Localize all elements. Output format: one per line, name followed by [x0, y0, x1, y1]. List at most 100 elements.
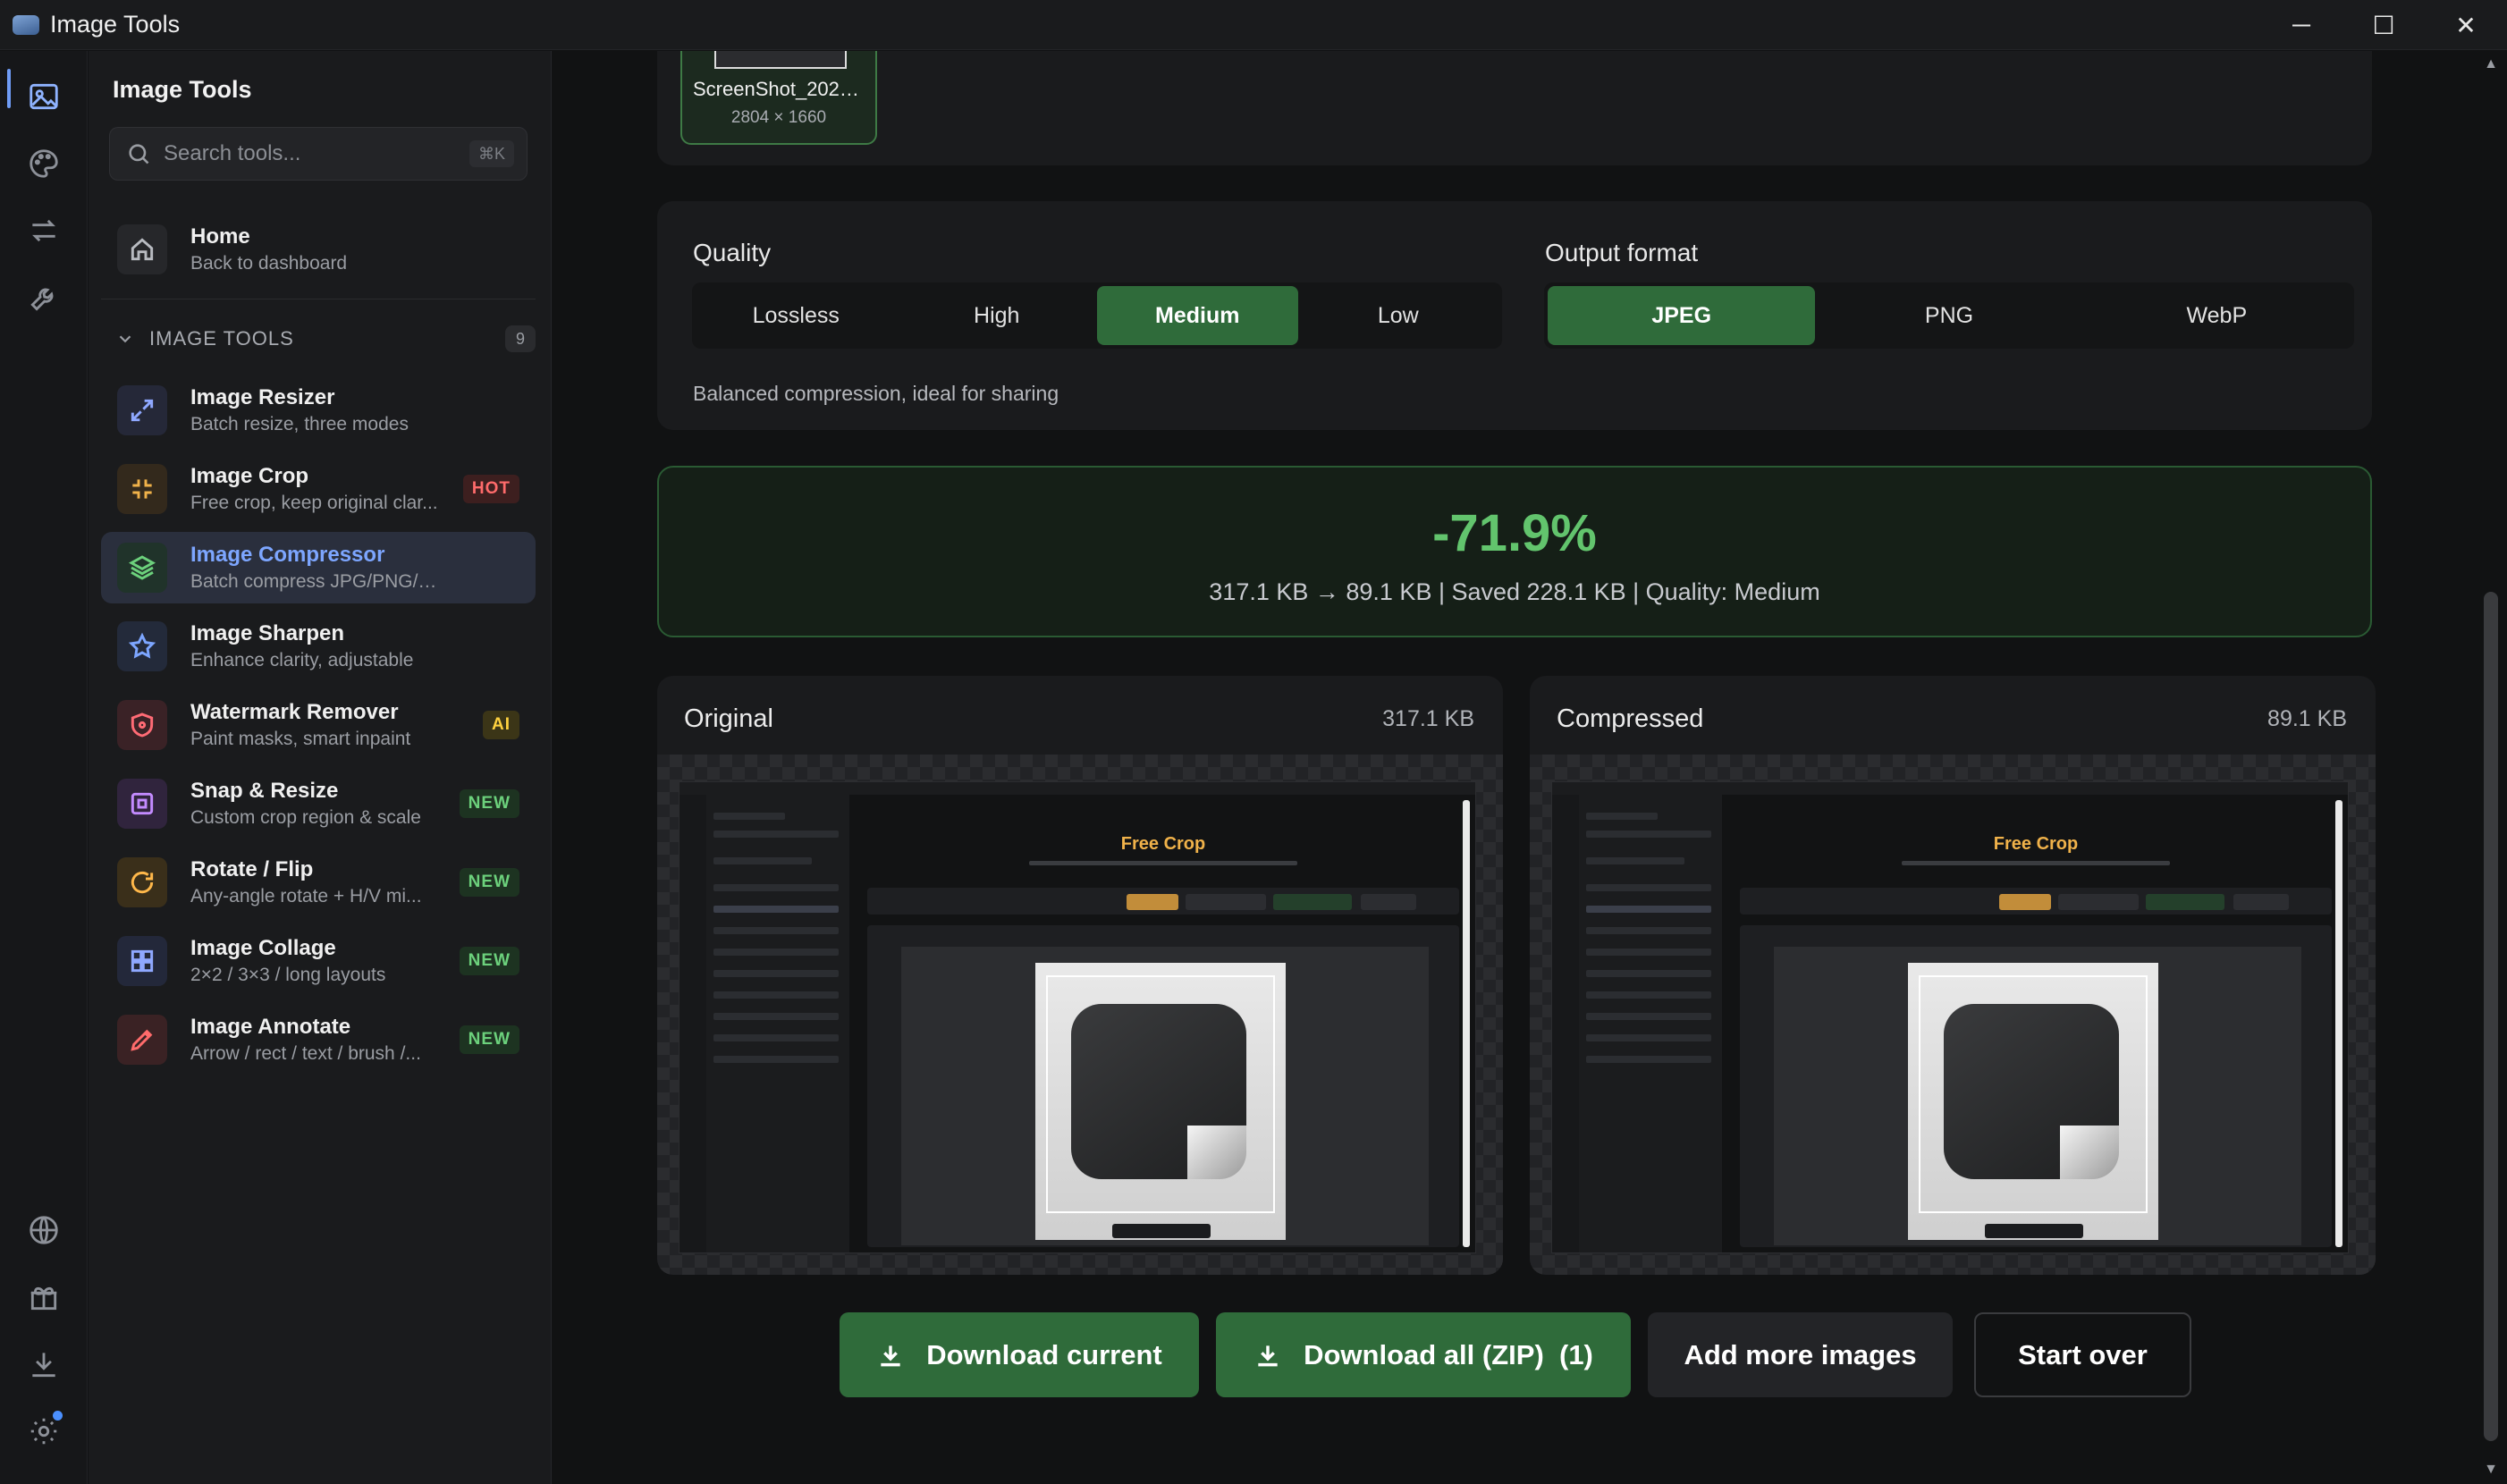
sidebar-item-image-crop[interactable]: Image Crop Free crop, keep original clar… [101, 453, 536, 525]
format-jpeg[interactable]: JPEG [1548, 286, 1816, 345]
scroll-down-icon[interactable]: ▼ [2480, 1462, 2502, 1480]
sidebar-item-image-resizer[interactable]: Image Resizer Batch resize, three modes [101, 375, 536, 446]
section-header-image-tools[interactable]: IMAGE TOOLS 9 [115, 321, 536, 357]
thumbnail-dims: 2804 × 1660 [730, 108, 827, 127]
chevron-down-icon [119, 335, 131, 343]
rail-settings-icon[interactable] [18, 1405, 70, 1457]
sidebar-item-home[interactable]: Home Back to dashboard [101, 214, 536, 285]
scroll-up-icon[interactable]: ▲ [2480, 56, 2502, 74]
sidebar-item-desc: Free crop, keep original clar... [190, 493, 438, 513]
sidebar-item-watermark-remover[interactable]: Watermark Remover Paint masks, smart inp… [101, 689, 536, 761]
quality-hint: Balanced compression, ideal for sharing [693, 382, 1059, 405]
rail-palette-icon[interactable] [18, 138, 70, 190]
new-badge: NEW [459, 1025, 519, 1054]
sidebar-item-label: Watermark Remover [190, 700, 399, 724]
rail-gift-icon[interactable] [18, 1271, 70, 1323]
sidebar-item-image-sharpen[interactable]: Image Sharpen Enhance clarity, adjustabl… [101, 611, 536, 682]
scroll-thumb[interactable] [2484, 592, 2498, 1441]
rail-wrench-icon[interactable] [18, 272, 70, 324]
resize-icon [117, 385, 167, 435]
download-all-zip-button[interactable]: Download all (ZIP) (1) [1216, 1312, 1631, 1397]
add-more-images-button[interactable]: Add more images [1648, 1312, 1953, 1397]
rail-convert-icon[interactable] [18, 205, 70, 257]
reduction-percent: -71.9% [1432, 504, 1597, 562]
quality-low[interactable]: Low [1298, 286, 1499, 345]
sidebar-item-rotate-flip[interactable]: Rotate / Flip Any-angle rotate + H/V mi.… [101, 847, 536, 918]
sidebar-item-desc: 2×2 / 3×3 / long layouts [190, 965, 386, 985]
sidebar-item-desc: Custom crop region & scale [190, 807, 421, 828]
download-current-button[interactable]: Download current [840, 1312, 1199, 1397]
format-label: Output format [1545, 239, 1699, 266]
sidebar-item-label: Image Crop [190, 464, 309, 488]
thumbnail-filename: ScreenShot_2026··· [693, 78, 868, 100]
mini-title: Free Crop [1120, 834, 1206, 854]
start-over-label: Start over [2018, 1338, 2148, 1370]
search-box[interactable]: ⌘K [109, 127, 528, 181]
original-title: Original [684, 704, 773, 733]
sidebar-item-desc: Paint masks, smart inpaint [190, 729, 411, 749]
sidebar: Image Tools ⌘K Home Back to dashboard IM… [89, 51, 552, 1484]
main-scrollbar[interactable]: ▲ ▼ [2475, 51, 2507, 1484]
start-over-button[interactable]: Start over [1974, 1312, 2191, 1397]
quality-lossless[interactable]: Lossless [696, 286, 897, 345]
rail-active-indicator [7, 69, 11, 108]
hot-badge: HOT [462, 475, 519, 503]
sidebar-item-label: Image Collage [190, 936, 336, 960]
shield-icon [117, 700, 167, 750]
preview-image: Free Crop [679, 781, 1476, 1253]
minimize-button[interactable]: ─ [2260, 0, 2342, 50]
sidebar-item-label: Image Compressor [190, 543, 385, 567]
mini-title: Free Crop [1993, 834, 2079, 854]
rail-image-icon[interactable] [18, 71, 70, 122]
maximize-button[interactable]: ☐ [2342, 0, 2425, 50]
icon-rail [0, 51, 88, 1484]
original-size: 317.1 KB [1382, 706, 1474, 731]
title-bar: Image Tools ─ ☐ ✕ [0, 0, 2507, 50]
format-selector: JPEG PNG WebP [1544, 282, 2354, 349]
rail-globe-icon[interactable] [18, 1204, 70, 1256]
sidebar-item-label: Home [190, 224, 250, 249]
quality-medium[interactable]: Medium [1097, 286, 1298, 345]
sidebar-title: Image Tools [113, 76, 252, 103]
sidebar-item-image-annotate[interactable]: Image Annotate Arrow / rect / text / bru… [101, 1004, 536, 1075]
compression-summary: 317.1 KB → 89.1 KB | Saved 228.1 KB | Qu… [1209, 578, 1820, 605]
compressed-preview[interactable]: Free Crop [1530, 755, 2376, 1275]
snap-icon [117, 779, 167, 829]
sidebar-item-image-collage[interactable]: Image Collage 2×2 / 3×3 / long layouts N… [101, 925, 536, 997]
window-title: Image Tools [50, 11, 181, 38]
sidebar-item-snap-resize[interactable]: Snap & Resize Custom crop region & scale… [101, 768, 536, 839]
sidebar-item-image-compressor[interactable]: Image Compressor Batch compress JPG/PNG/… [101, 532, 536, 603]
rail-download-icon[interactable] [18, 1338, 70, 1390]
download-icon [1258, 1345, 1278, 1366]
compressed-preview-panel: Compressed 89.1 KB Free Crop [1530, 676, 2376, 1275]
sidebar-item-desc: Back to dashboard [190, 253, 348, 274]
home-icon [117, 224, 167, 274]
new-badge: NEW [459, 789, 519, 818]
search-icon [129, 144, 149, 164]
star-icon [117, 621, 167, 671]
window-controls: ─ ☐ ✕ [2260, 0, 2507, 50]
notification-dot [53, 1411, 63, 1421]
section-label: IMAGE TOOLS [149, 327, 294, 350]
original-preview[interactable]: Free Crop [657, 755, 1503, 1275]
sidebar-item-label: Image Annotate [190, 1015, 351, 1039]
compressed-size: 89.1 KB [2267, 706, 2347, 731]
quality-high[interactable]: High [897, 286, 1098, 345]
original-preview-panel: Original 317.1 KB Free Crop [657, 676, 1503, 1275]
sidebar-item-desc: Batch compress JPG/PNG/WebP [190, 571, 450, 592]
upload-card [657, 51, 2372, 165]
uploaded-thumbnail[interactable]: ScreenShot_2026··· 2804 × 1660 [680, 51, 877, 145]
sidebar-item-label: Rotate / Flip [190, 857, 314, 881]
download-all-label: Download all (ZIP) (1) [1304, 1338, 1593, 1370]
format-webp[interactable]: WebP [2083, 286, 2351, 345]
add-more-label: Add more images [1684, 1338, 1917, 1370]
action-bar: Download current Download all (ZIP) (1) … [553, 1312, 2475, 1397]
search-input[interactable] [164, 141, 459, 166]
sidebar-item-label: Image Resizer [190, 385, 335, 409]
close-button[interactable]: ✕ [2425, 0, 2507, 50]
format-png[interactable]: PNG [1815, 286, 2082, 345]
thumbnail-image [714, 51, 847, 69]
sidebar-item-desc: Enhance clarity, adjustable [190, 650, 414, 670]
grid-icon [117, 936, 167, 986]
quality-label: Quality [693, 239, 772, 266]
